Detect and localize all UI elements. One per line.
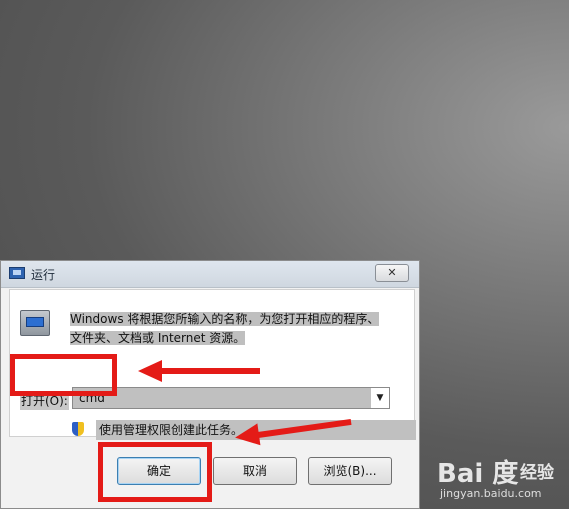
annotation-arrow-1-shaft bbox=[160, 368, 260, 374]
open-combobox[interactable]: cmd ▼ bbox=[72, 387, 390, 409]
close-button[interactable]: ✕ bbox=[375, 264, 409, 282]
annotation-box-open bbox=[10, 354, 117, 396]
baidu-jingyan-label: 经验 bbox=[520, 463, 554, 483]
run-icon bbox=[9, 267, 25, 279]
program-icon bbox=[20, 310, 50, 336]
baidu-logo: Bai 度 bbox=[437, 459, 519, 489]
dialog-title: 运行 bbox=[31, 268, 56, 282]
watermark-url: jingyan.baidu.com bbox=[440, 487, 542, 500]
annotation-arrow-1-head bbox=[138, 360, 162, 382]
annotation-box-ok bbox=[98, 442, 212, 502]
shield-icon bbox=[72, 422, 84, 436]
combo-selection bbox=[73, 388, 371, 408]
description-text: Windows 将根据您所输入的名称，为您打开相应的程序、 文件夹、文档或 In… bbox=[70, 310, 388, 348]
annotation-arrow-2-head bbox=[233, 423, 261, 449]
description-line-2: 文件夹、文档或 Internet 资源。 bbox=[70, 331, 246, 345]
cancel-button[interactable]: 取消 bbox=[213, 457, 297, 485]
chevron-down-icon[interactable]: ▼ bbox=[371, 388, 389, 408]
description-line-1: Windows 将根据您所输入的名称，为您打开相应的程序、 bbox=[70, 312, 380, 326]
title-bar[interactable]: 运行 ✕ bbox=[1, 261, 419, 288]
browse-button[interactable]: 浏览(B)... bbox=[308, 457, 392, 485]
